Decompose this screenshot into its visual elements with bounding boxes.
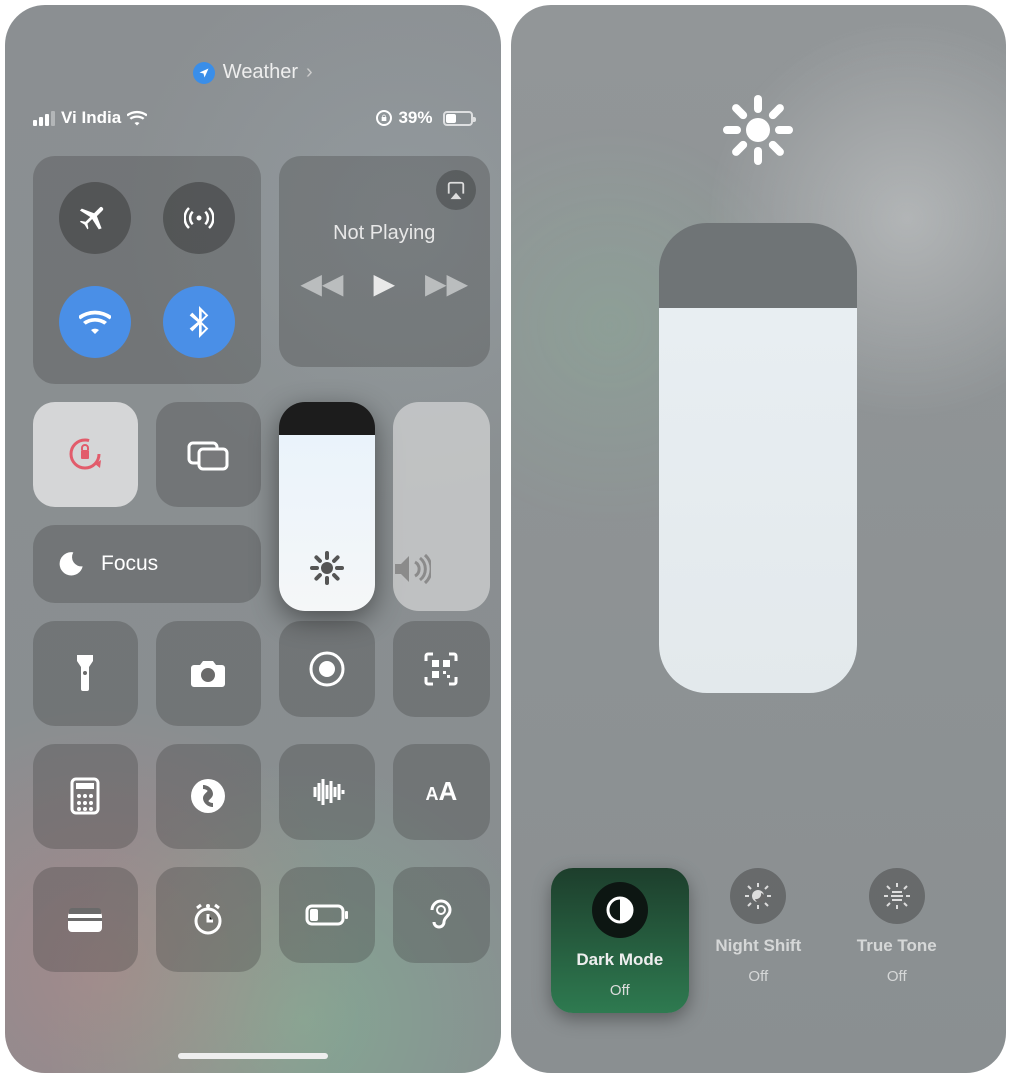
carrier-name: Vi India — [61, 108, 121, 128]
foreground-app-name: Weather — [223, 61, 298, 84]
night-shift-toggle[interactable]: Night Shift Off — [689, 868, 827, 1013]
dark-mode-state: Off — [610, 982, 630, 999]
hearing-button[interactable] — [393, 867, 489, 963]
focus-label: Focus — [101, 552, 158, 576]
orientation-lock-status-icon — [376, 110, 392, 126]
airplay-button[interactable] — [436, 170, 476, 210]
cellular-signal-icon — [33, 111, 55, 126]
airplane-mode-toggle[interactable] — [59, 182, 131, 254]
bluetooth-toggle[interactable] — [163, 286, 235, 358]
alarm-button[interactable] — [156, 867, 261, 972]
volume-slider[interactable] — [393, 402, 489, 612]
true-tone-toggle[interactable]: True Tone Off — [828, 868, 966, 1013]
brightness-detail-screen: Dark Mode Off Night Shift Off True Tone … — [511, 5, 1007, 1073]
shazam-button[interactable] — [156, 744, 261, 849]
orientation-lock-toggle[interactable] — [33, 402, 138, 507]
media-module[interactable]: Not Playing ◀◀ ▶ ▶▶ — [279, 156, 490, 367]
connectivity-module[interactable] — [33, 156, 261, 384]
now-playing-title: Not Playing — [333, 222, 435, 245]
dark-mode-label: Dark Mode — [576, 950, 663, 970]
home-indicator[interactable] — [178, 1053, 328, 1059]
wifi-toggle[interactable] — [59, 286, 131, 358]
night-shift-icon — [730, 868, 786, 924]
control-center-screen: Weather › Vi India 39% — [5, 5, 501, 1073]
dark-mode-icon — [592, 882, 648, 938]
qr-scanner-button[interactable] — [393, 621, 489, 717]
focus-button[interactable]: Focus — [33, 525, 261, 603]
true-tone-icon — [869, 868, 925, 924]
camera-button[interactable] — [156, 621, 261, 726]
battery-percentage: 39% — [398, 108, 432, 128]
flashlight-button[interactable] — [33, 621, 138, 726]
moon-icon — [57, 550, 85, 578]
sound-recognition-button[interactable] — [279, 744, 375, 840]
text-size-icon: AA — [426, 776, 458, 807]
play-button[interactable]: ▶ — [373, 267, 395, 300]
night-shift-label: Night Shift — [715, 936, 801, 956]
brightness-icon — [723, 95, 793, 165]
calculator-button[interactable] — [33, 744, 138, 849]
cellular-data-toggle[interactable] — [163, 182, 235, 254]
screen-record-button[interactable] — [279, 621, 375, 717]
low-power-button[interactable] — [279, 867, 375, 963]
screen-mirroring-button[interactable] — [156, 402, 261, 507]
battery-icon — [443, 111, 473, 126]
volume-icon — [393, 553, 489, 585]
true-tone-state: Off — [887, 968, 907, 985]
foreground-app-hint[interactable]: Weather › — [5, 5, 501, 84]
brightness-icon — [310, 551, 344, 585]
wifi-status-icon — [127, 110, 147, 126]
forward-button[interactable]: ▶▶ — [425, 267, 468, 300]
location-icon — [193, 62, 215, 84]
wallet-button[interactable] — [33, 867, 138, 972]
dark-mode-toggle[interactable]: Dark Mode Off — [551, 868, 690, 1013]
text-size-button[interactable]: AA — [393, 744, 489, 840]
rewind-button[interactable]: ◀◀ — [300, 267, 343, 300]
brightness-slider[interactable] — [279, 402, 375, 612]
display-options-row: Dark Mode Off Night Shift Off True Tone … — [551, 868, 967, 1013]
status-bar: Vi India 39% — [5, 84, 501, 138]
brightness-slider-large[interactable] — [659, 223, 857, 693]
night-shift-state: Off — [748, 968, 768, 985]
chevron-right-icon: › — [306, 61, 313, 84]
true-tone-label: True Tone — [857, 936, 937, 956]
